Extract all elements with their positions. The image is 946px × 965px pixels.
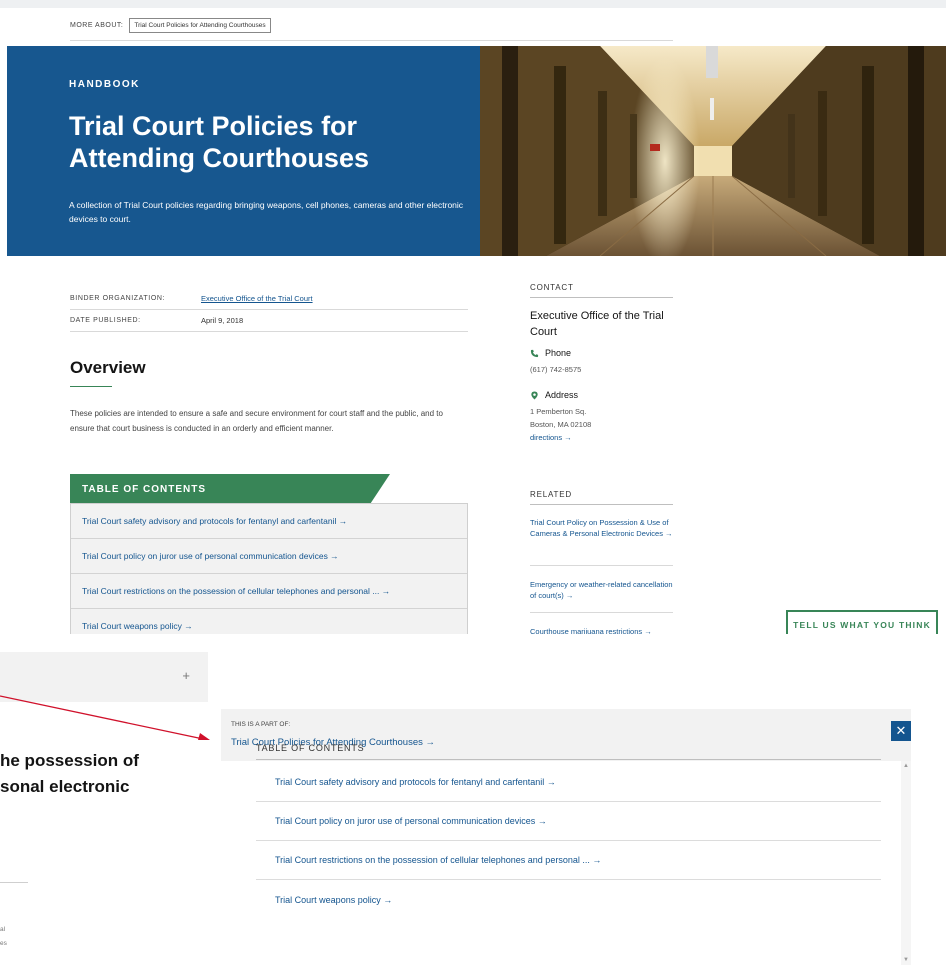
binder-organization-link[interactable]: Executive Office of the Trial Court	[201, 294, 313, 303]
hero-banner: HANDBOOK Trial Court Policies for Attend…	[7, 46, 480, 256]
overview-underline	[70, 386, 112, 387]
toc-heading: TABLE OF CONTENTS	[70, 474, 390, 503]
binder-overlay-panel: THIS IS A PART OF: Trial Court Policies …	[221, 709, 911, 965]
scroll-up-icon[interactable]: ▲	[903, 763, 909, 769]
panel-scrollbar[interactable]: ▲ ▼	[901, 761, 911, 965]
toc-link[interactable]: Trial Court policy on juror use of perso…	[71, 539, 467, 574]
panel-toc-link[interactable]: Trial Court safety advisory and protocol…	[256, 763, 881, 802]
divider	[530, 565, 673, 566]
toc-link[interactable]: Trial Court safety advisory and protocol…	[71, 504, 467, 539]
cropped-text-fragment: al	[0, 926, 6, 933]
page-title: Trial Court Policies for Attending Court…	[69, 111, 369, 173]
contact-sidebar: CONTACT Executive Office of the Trial Co…	[530, 283, 673, 442]
divider	[0, 882, 28, 883]
divider	[530, 612, 673, 613]
top-header-strip	[0, 0, 946, 8]
related-link[interactable]: Trial Court Policy on Possession & Use o…	[530, 517, 673, 539]
handbook-page-screenshot: MORE ABOUT: Trial Court Policies for Att…	[0, 0, 946, 634]
toc-list: Trial Court safety advisory and protocol…	[70, 503, 468, 634]
contact-organization: Executive Office of the Trial Court	[530, 310, 664, 338]
panel-toc-link[interactable]: Trial Court weapons policy →	[256, 880, 881, 919]
overview-heading: Overview	[70, 358, 146, 377]
related-link[interactable]: Emergency or weather-related cancellatio…	[530, 579, 673, 601]
annotation-arrow-icon	[0, 695, 210, 740]
table-of-contents: TABLE OF CONTENTS Trial Court safety adv…	[70, 474, 468, 634]
panel-toc-label: TABLE OF CONTENTS	[256, 743, 881, 760]
toc-link[interactable]: Trial Court restrictions on the possessi…	[71, 574, 467, 609]
part-of-label: THIS IS A PART OF:	[231, 721, 291, 728]
address-heading: Address	[530, 390, 673, 400]
panel-toc-link[interactable]: Trial Court policy on juror use of perso…	[256, 802, 881, 841]
toc-link[interactable]: Trial Court weapons policy →	[71, 609, 467, 634]
phone-number[interactable]: (617) 742-8575	[530, 363, 673, 376]
cropped-text-fragment: es	[0, 940, 7, 947]
directions-link[interactable]: directions →	[530, 433, 673, 442]
more-about-tag[interactable]: Trial Court Policies for Attending Court…	[129, 18, 271, 33]
hero-description: A collection of Trial Court policies reg…	[69, 200, 464, 224]
more-about-label: MORE ABOUT:	[70, 22, 124, 29]
cropped-heading-text: he possession of sonal electronic	[0, 751, 139, 796]
address-line-2: Boston, MA 02108	[530, 420, 592, 429]
date-published: April 9, 2018	[201, 316, 244, 325]
phone-icon	[530, 349, 539, 357]
scroll-down-icon[interactable]: ▼	[903, 957, 909, 963]
related-link[interactable]: Courthouse marijuana restrictions →	[530, 626, 673, 634]
phone-heading: Phone	[530, 348, 673, 358]
overview-text: These policies are intended to ensure a …	[70, 409, 443, 433]
meta-row-organization: BINDER ORGANIZATION: Executive Office of…	[70, 288, 468, 310]
contact-label: CONTACT	[530, 283, 673, 298]
map-pin-icon	[531, 390, 538, 400]
meta-key: DATE PUBLISHED:	[70, 317, 141, 324]
meta-row-date: DATE PUBLISHED: April 9, 2018	[70, 310, 468, 332]
meta-key: BINDER ORGANIZATION:	[70, 295, 166, 302]
close-button[interactable]: ✕	[891, 721, 911, 741]
related-label: RELATED	[530, 490, 673, 505]
binder-panel-screenshot: + he possession of sonal electronic al e…	[0, 650, 946, 965]
address-line-1: 1 Pemberton Sq.	[530, 407, 587, 416]
more-about-bar: MORE ABOUT: Trial Court Policies for Att…	[70, 18, 271, 33]
hero-kicker: HANDBOOK	[69, 79, 140, 90]
divider	[70, 40, 673, 41]
feedback-button[interactable]: TELL US WHAT YOU THINK	[786, 610, 938, 634]
panel-toc-link[interactable]: Trial Court restrictions on the possessi…	[256, 841, 881, 880]
courthouse-corridor-image	[480, 46, 946, 256]
phone-label: Phone	[545, 348, 572, 358]
cropped-page-heading: he possession of sonal electronic	[0, 748, 200, 800]
address-label: Address	[545, 390, 579, 400]
binder-meta: BINDER ORGANIZATION: Executive Office of…	[70, 288, 468, 332]
